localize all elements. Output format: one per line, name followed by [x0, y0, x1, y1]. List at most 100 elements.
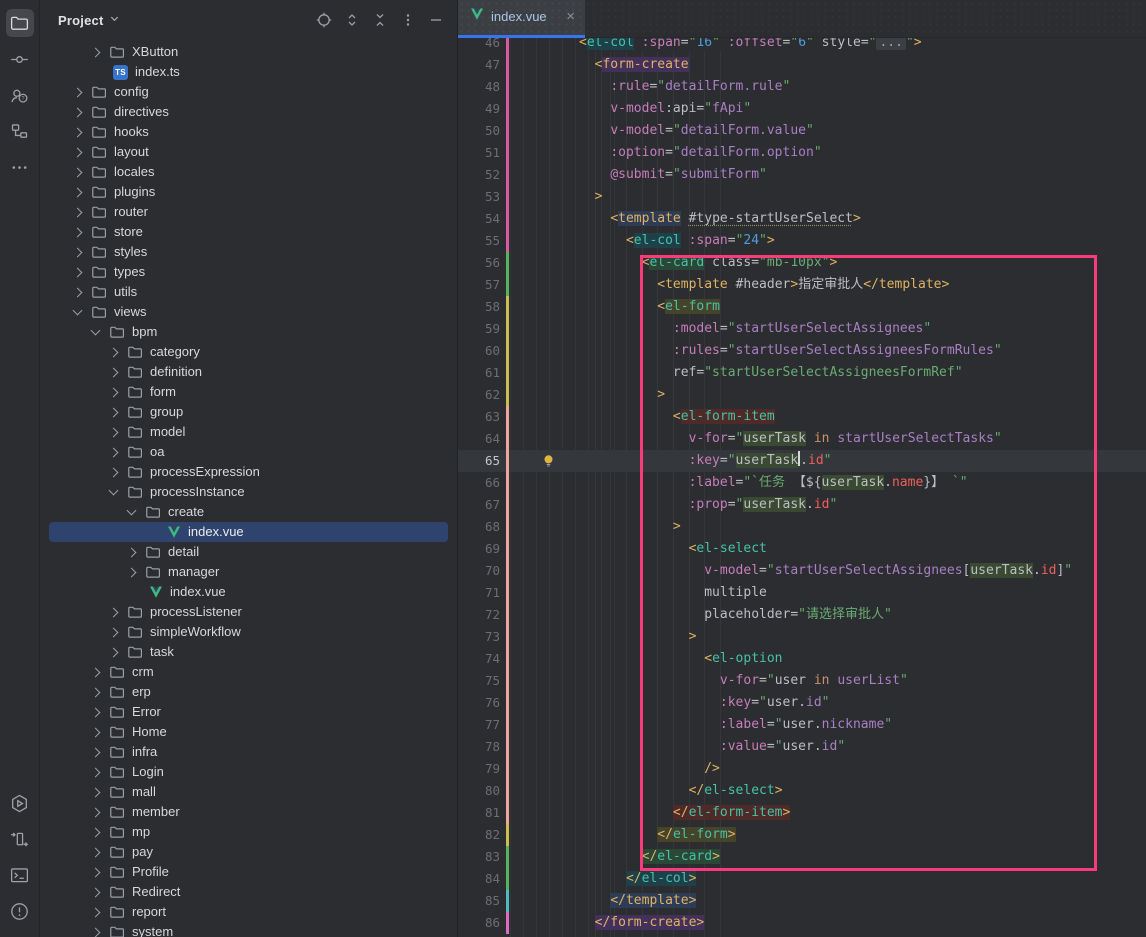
- code-line-73[interactable]: 73 >: [458, 626, 1146, 648]
- tree-item-category[interactable]: category: [49, 342, 448, 362]
- project-panel-title[interactable]: Project: [58, 13, 103, 28]
- code-line-78[interactable]: 78 :value="user.id": [458, 736, 1146, 758]
- code-line-48[interactable]: 48 :rule="detailForm.rule": [458, 76, 1146, 98]
- chevron-right-icon[interactable]: [109, 387, 119, 397]
- code-line-69[interactable]: 69 <el-select: [458, 538, 1146, 560]
- chevron-right-icon[interactable]: [73, 207, 83, 217]
- more-tool-windows-icon[interactable]: [6, 153, 34, 181]
- services-icon[interactable]: [6, 789, 34, 817]
- commit-icon[interactable]: [6, 45, 34, 73]
- tab-index-vue[interactable]: index.vue ×: [458, 0, 585, 38]
- tree-item-task[interactable]: task: [49, 642, 448, 662]
- options-kebab-icon[interactable]: [400, 12, 416, 28]
- tree-item-detail[interactable]: detail: [49, 542, 448, 562]
- tree-item-crm[interactable]: crm: [49, 662, 448, 682]
- code-line-46[interactable]: 46<el-col :span="16" :offset="6" style="…: [458, 38, 1146, 54]
- chevron-down-icon[interactable]: [109, 486, 119, 496]
- chevron-right-icon[interactable]: [73, 247, 83, 257]
- code-line-64[interactable]: 64 v-for="userTask in startUserSelectTas…: [458, 428, 1146, 450]
- code-line-75[interactable]: 75 v-for="user in userList": [458, 670, 1146, 692]
- expand-all-icon[interactable]: [344, 12, 360, 28]
- collapse-all-icon[interactable]: [372, 12, 388, 28]
- terminal-icon[interactable]: [6, 861, 34, 889]
- tree-item-views[interactable]: views: [49, 302, 448, 322]
- pull-requests-icon[interactable]: ?: [6, 81, 34, 109]
- tree-item-report[interactable]: report: [49, 902, 448, 922]
- chevron-right-icon[interactable]: [91, 827, 101, 837]
- code-line-82[interactable]: 82 </el-form>: [458, 824, 1146, 846]
- chevron-right-icon[interactable]: [73, 167, 83, 177]
- code-line-49[interactable]: 49 v-model:api="fApi": [458, 98, 1146, 120]
- code-line-67[interactable]: 67 :prop="userTask.id": [458, 494, 1146, 516]
- tree-item-plugins[interactable]: plugins: [49, 182, 448, 202]
- chevron-right-icon[interactable]: [109, 467, 119, 477]
- tree-item-utils[interactable]: utils: [49, 282, 448, 302]
- code-line-63[interactable]: 63 <el-form-item: [458, 406, 1146, 428]
- chevron-right-icon[interactable]: [109, 347, 119, 357]
- chevron-right-icon[interactable]: [91, 807, 101, 817]
- tree-item-Error[interactable]: Error: [49, 702, 448, 722]
- code-line-68[interactable]: 68 >: [458, 516, 1146, 538]
- tree-item-create[interactable]: create: [49, 502, 448, 522]
- tree-item-processInstance[interactable]: processInstance: [49, 482, 448, 502]
- chevron-right-icon[interactable]: [127, 567, 137, 577]
- chevron-right-icon[interactable]: [73, 287, 83, 297]
- chevron-down-icon[interactable]: [91, 326, 101, 336]
- code-line-83[interactable]: 83 </el-card>: [458, 846, 1146, 868]
- tree-item-Profile[interactable]: Profile: [49, 862, 448, 882]
- close-icon[interactable]: ×: [566, 9, 575, 24]
- tree-item-styles[interactable]: styles: [49, 242, 448, 262]
- tree-item-XButton[interactable]: XButton: [49, 42, 448, 62]
- chevron-right-icon[interactable]: [91, 887, 101, 897]
- problems-icon[interactable]: [6, 897, 34, 925]
- tree-item-router[interactable]: router: [49, 202, 448, 222]
- code-line-59[interactable]: 59 :model="startUserSelectAssignees": [458, 318, 1146, 340]
- chevron-right-icon[interactable]: [73, 107, 83, 117]
- chevron-right-icon[interactable]: [109, 607, 119, 617]
- code-line-77[interactable]: 77 :label="user.nickname": [458, 714, 1146, 736]
- tree-item-mp[interactable]: mp: [49, 822, 448, 842]
- code-line-47[interactable]: 47 <form-create: [458, 54, 1146, 76]
- code-line-76[interactable]: 76 :key="user.id": [458, 692, 1146, 714]
- tree-item-directives[interactable]: directives: [49, 102, 448, 122]
- chevron-right-icon[interactable]: [91, 787, 101, 797]
- code-line-53[interactable]: 53 >: [458, 186, 1146, 208]
- chevron-down-icon[interactable]: [127, 506, 137, 516]
- chevron-right-icon[interactable]: [91, 747, 101, 757]
- code-line-70[interactable]: 70 v-model="startUserSelectAssignees[use…: [458, 560, 1146, 582]
- tree-item-Home[interactable]: Home: [49, 722, 448, 742]
- chevron-right-icon[interactable]: [91, 907, 101, 917]
- chevron-right-icon[interactable]: [73, 127, 83, 137]
- tree-item-bpm[interactable]: bpm: [49, 322, 448, 342]
- tree-item-index-vue[interactable]: index.vue: [49, 522, 448, 542]
- tree-item-definition[interactable]: definition: [49, 362, 448, 382]
- chevron-right-icon[interactable]: [91, 767, 101, 777]
- chevron-right-icon[interactable]: [73, 87, 83, 97]
- tree-item-locales[interactable]: locales: [49, 162, 448, 182]
- code-line-62[interactable]: 62 >: [458, 384, 1146, 406]
- chevron-right-icon[interactable]: [91, 847, 101, 857]
- chevron-right-icon[interactable]: [91, 687, 101, 697]
- chevron-right-icon[interactable]: [91, 727, 101, 737]
- code-line-60[interactable]: 60 :rules="startUserSelectAssigneesFormR…: [458, 340, 1146, 362]
- structure-icon[interactable]: [6, 117, 34, 145]
- chevron-right-icon[interactable]: [73, 147, 83, 157]
- code-line-56[interactable]: 56 <el-card class="mb-10px">: [458, 252, 1146, 274]
- chevron-right-icon[interactable]: [109, 367, 119, 377]
- code-line-86[interactable]: 86 </form-create>: [458, 912, 1146, 934]
- chevron-right-icon[interactable]: [73, 187, 83, 197]
- chevron-right-icon[interactable]: [91, 927, 101, 937]
- chevron-down-icon[interactable]: [73, 306, 83, 316]
- code-line-72[interactable]: 72 placeholder="请选择审批人": [458, 604, 1146, 626]
- code-line-51[interactable]: 51 :option="detailForm.option": [458, 142, 1146, 164]
- chevron-right-icon[interactable]: [91, 47, 101, 57]
- chevron-right-icon[interactable]: [109, 627, 119, 637]
- project-folder-icon[interactable]: [6, 9, 34, 37]
- tree-item-pay[interactable]: pay: [49, 842, 448, 862]
- code-line-65[interactable]: 65 :key="userTask.id": [458, 450, 1146, 472]
- code-line-66[interactable]: 66 :label="`任务 【${userTask.name}】 `": [458, 472, 1146, 494]
- tree-item-Login[interactable]: Login: [49, 762, 448, 782]
- tree-item-types[interactable]: types: [49, 262, 448, 282]
- chevron-right-icon[interactable]: [109, 427, 119, 437]
- tree-item-member[interactable]: member: [49, 802, 448, 822]
